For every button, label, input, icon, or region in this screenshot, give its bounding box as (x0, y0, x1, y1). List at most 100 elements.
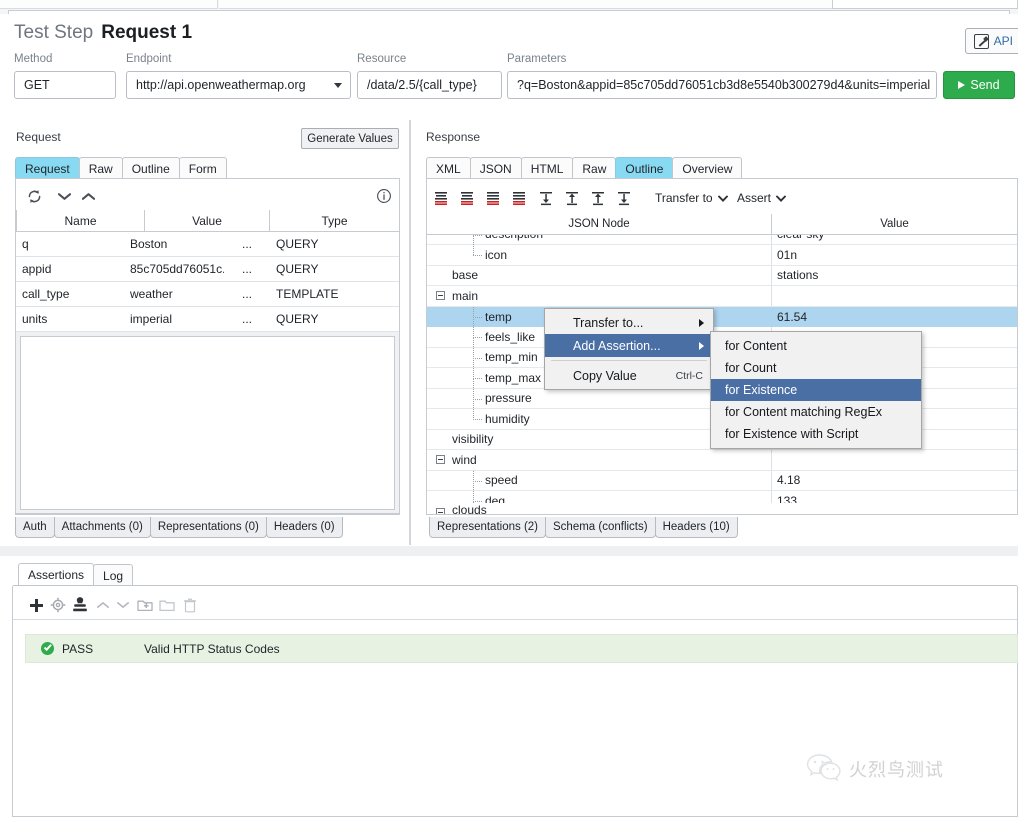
tree-value-cell: stations (772, 266, 1017, 286)
align-left-2-icon[interactable] (458, 189, 476, 207)
tab-request[interactable]: Request (15, 157, 80, 179)
tab-json[interactable]: JSON (470, 157, 522, 179)
expand-down-icon[interactable] (537, 189, 555, 207)
collapse-up-icon[interactable] (563, 189, 581, 207)
tab-outline[interactable]: Outline (122, 157, 180, 179)
tab-log-label: Log (103, 569, 123, 583)
tree-row-selected[interactable]: temp 61.54 (427, 307, 1017, 328)
bottom-tab-representations[interactable]: Representations (0) (150, 517, 267, 538)
bottom-tab-representations-response[interactable]: Representations (2) (429, 517, 546, 538)
tab-raw-response[interactable]: Raw (572, 157, 616, 179)
tree-row[interactable]: description clear sky (427, 235, 1017, 245)
folder-icon[interactable] (158, 596, 176, 614)
chevron-down-icon[interactable] (334, 83, 342, 88)
send-button[interactable]: Send (943, 71, 1015, 99)
tree-row-clipped[interactable]: clouds (427, 503, 1017, 514)
wechat-icon (806, 752, 842, 785)
tab-raw[interactable]: Raw (79, 157, 123, 179)
tab-html[interactable]: HTML (521, 157, 574, 179)
tab-xml[interactable]: XML (426, 157, 471, 179)
collapse-expander-icon[interactable] (436, 455, 445, 464)
menu-item-add-assertion[interactable]: Add Assertion... (545, 334, 713, 357)
table-row[interactable]: call_type weather ... TEMPLATE (16, 282, 399, 307)
context-menu[interactable]: Transfer to... Add Assertion... Copy Val… (544, 308, 714, 390)
align-justify-icon[interactable] (510, 189, 528, 207)
resource-field[interactable]: /data/2.5/{call_type} (357, 71, 502, 99)
menu-item-copy-value[interactable]: Copy Value Ctrl-C (545, 364, 713, 387)
tab-overview[interactable]: Overview (672, 157, 742, 179)
collapse-expander-icon[interactable] (436, 508, 445, 514)
tab-log[interactable]: Log (93, 564, 133, 586)
tree-row[interactable]: deg 133 (427, 491, 1017, 503)
submenu-item-for-existence-script[interactable]: for Existence with Script (711, 423, 921, 445)
cell-value: weather (124, 282, 224, 307)
cell-dots[interactable]: ... (224, 232, 270, 257)
align-left-icon[interactable] (432, 189, 450, 207)
tree-node-label: visibility (452, 432, 493, 446)
gear-icon[interactable] (49, 596, 67, 614)
panel-splitter[interactable] (409, 120, 411, 545)
bottom-tab-headers[interactable]: Headers (0) (266, 517, 343, 538)
transfer-to-dropdown[interactable]: Transfer to (655, 191, 728, 205)
submenu-item-for-count[interactable]: for Count (711, 357, 921, 379)
table-row[interactable]: units imperial ... QUERY (16, 307, 399, 332)
chevron-down-icon[interactable] (54, 186, 74, 206)
folder-add-icon[interactable] (136, 596, 154, 614)
cell-dots[interactable]: ... (224, 257, 270, 282)
cell-dots[interactable]: ... (224, 282, 270, 307)
cell-dots[interactable]: ... (224, 307, 270, 332)
chevron-up-icon[interactable] (94, 596, 112, 614)
bottom-tab-headers-response[interactable]: Headers (10) (655, 517, 738, 538)
submenu-item-for-content-label: for Content (725, 339, 787, 353)
generate-values-button[interactable]: Generate Values (301, 128, 399, 149)
tree-row[interactable]: wind (427, 450, 1017, 471)
status-badge: PASS (62, 642, 144, 656)
tab-form[interactable]: Form (179, 157, 227, 179)
submenu-item-for-content-regex[interactable]: for Content matching RegEx (711, 401, 921, 423)
bottom-tab-attachments-label: Attachments (0) (62, 521, 143, 533)
tree-node-label: temp (485, 310, 512, 324)
submenu-item-for-content[interactable]: for Content (711, 335, 921, 357)
endpoint-field[interactable]: http://api.openweathermap.org (126, 71, 351, 99)
tree-row[interactable]: base stations (427, 266, 1017, 287)
context-submenu[interactable]: for Content for Count for Existence for … (710, 331, 922, 449)
method-field[interactable]: GET (14, 71, 116, 99)
align-center-icon[interactable] (484, 189, 502, 207)
collapse-expander-icon[interactable] (436, 291, 445, 300)
submenu-item-for-existence[interactable]: for Existence (711, 379, 921, 401)
menu-item-transfer-to[interactable]: Transfer to... (545, 311, 713, 334)
refresh-icon[interactable] (24, 186, 44, 206)
horizontal-splitter[interactable] (0, 546, 1018, 556)
tab-assertions[interactable]: Assertions (18, 563, 94, 586)
expand-up-icon[interactable] (589, 189, 607, 207)
trash-icon[interactable] (181, 596, 199, 614)
tab-outline-response-label: Outline (625, 162, 663, 176)
assertion-row[interactable]: PASS Valid HTTP Status Codes (25, 634, 1018, 663)
tree-node-label: main (452, 289, 478, 303)
bottom-tab-attachments[interactable]: Attachments (0) (54, 517, 151, 538)
assert-dropdown[interactable]: Assert (737, 191, 786, 205)
chevron-down-icon (718, 191, 728, 205)
add-icon[interactable] (27, 596, 45, 614)
table-row[interactable]: appid 85c705dd76051c... ... QUERY (16, 257, 399, 282)
tree-node-cell: main (427, 286, 772, 306)
tree-row[interactable]: speed 4.18 (427, 471, 1017, 492)
tree-row[interactable]: icon 01n (427, 245, 1017, 266)
tree-row[interactable]: main (427, 286, 1017, 307)
chevron-down-icon[interactable] (114, 596, 132, 614)
bottom-tab-auth[interactable]: Auth (15, 517, 55, 538)
assertions-tab-underline (13, 585, 1017, 586)
collapse-down-icon[interactable] (615, 189, 633, 207)
tree-node-label: deg (485, 494, 505, 503)
info-icon[interactable] (374, 186, 394, 206)
chevron-up-icon[interactable] (78, 186, 98, 206)
generate-values-label: Generate Values (307, 133, 392, 145)
bottom-tab-schema[interactable]: Schema (conflicts) (545, 517, 656, 538)
parameters-field[interactable]: ?q=Boston&appid=85c705dd76051cb3d8e5540b… (507, 71, 937, 99)
tab-outline-response[interactable]: Outline (615, 157, 673, 179)
api-button[interactable]: API (965, 28, 1018, 54)
table-row[interactable]: q Boston ... QUERY (16, 232, 399, 257)
cell-value: 85c705dd76051c... (124, 257, 224, 282)
tab-outline-label: Outline (132, 162, 170, 176)
stamp-icon[interactable] (71, 595, 89, 614)
